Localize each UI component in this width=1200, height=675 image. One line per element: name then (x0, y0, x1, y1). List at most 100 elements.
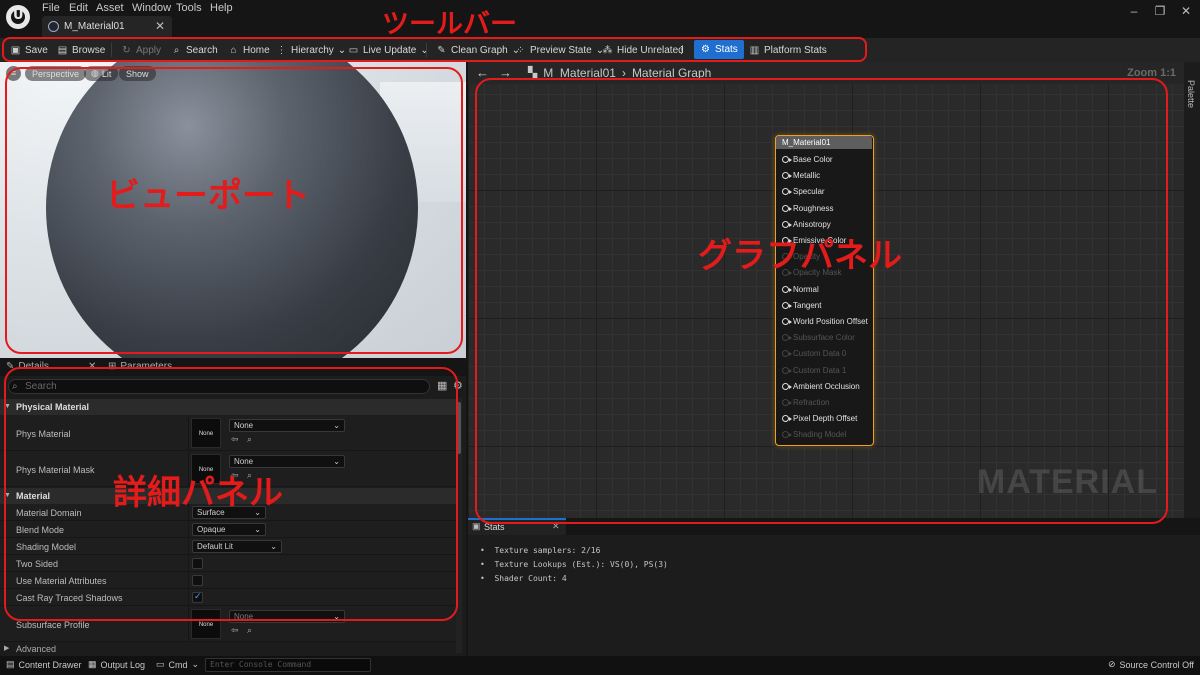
tab-parameters[interactable]: ⊞ Parameters (108, 361, 172, 372)
node-pin-ambient-occlusion[interactable]: Ambient Occlusion (782, 382, 860, 391)
clean-graph-dropdown[interactable]: ✎ Clean Graph ⌄ (436, 38, 520, 62)
preview-state-dropdown[interactable]: ⁘ Preview State ⌄ (515, 38, 604, 62)
palette-sidebar[interactable]: Palette (1184, 62, 1200, 518)
source-control-button[interactable]: ⊘ Source Control Off (1108, 659, 1194, 670)
pin-connector-icon[interactable] (782, 301, 792, 309)
material-domain-combo[interactable]: Surface ⌄ (192, 506, 266, 519)
menu-file[interactable]: File (42, 2, 60, 14)
menu-window[interactable]: Window (132, 2, 171, 14)
menu-tools[interactable]: Tools (176, 2, 202, 14)
node-pin-base-color[interactable]: Base Color (782, 155, 833, 164)
lit-button[interactable]: ◍ Lit (84, 66, 119, 81)
asset-thumbnail[interactable]: None (191, 418, 221, 448)
breadcrumb-material[interactable]: M_Material01 (543, 66, 616, 80)
category-material[interactable]: ▼ Material (0, 488, 456, 504)
pin-connector-icon[interactable] (782, 253, 792, 261)
details-scroll-thumb[interactable] (457, 402, 461, 454)
stats-button[interactable]: ⚙ Stats (694, 40, 744, 59)
console-command-input[interactable]: Enter Console Command (205, 658, 371, 672)
show-button[interactable]: Show (119, 66, 156, 81)
live-update-dropdown[interactable]: ▭ Live Update ⌄ (348, 38, 429, 62)
pin-connector-icon[interactable] (782, 318, 792, 325)
browse-button[interactable]: ▤ Browse (57, 38, 106, 62)
category-advanced[interactable]: ▶ Advanced (0, 644, 456, 656)
menu-help[interactable]: Help (210, 2, 233, 14)
settings-gear-icon[interactable]: ⚙ (453, 379, 463, 392)
unreal-logo-icon[interactable]: U (6, 5, 30, 29)
browse-asset-icon[interactable]: ⌕ (247, 470, 252, 481)
node-pin-opacity-mask[interactable]: Opacity Mask (782, 268, 841, 277)
palette-tab[interactable]: Palette (1186, 80, 1196, 108)
node-pin-specular[interactable]: Specular (782, 187, 825, 196)
cast-ray-traced-shadows-checkbox[interactable] (192, 591, 203, 603)
shading-model-combo[interactable]: Default Lit ⌄ (192, 540, 282, 553)
category-physical-material[interactable]: ▼ Physical Material (0, 399, 456, 415)
pin-connector-icon[interactable] (782, 399, 792, 406)
pin-connector-icon[interactable] (782, 350, 792, 358)
content-drawer-button[interactable]: ▤ Content Drawer (6, 659, 82, 670)
two-sided-checkbox[interactable] (192, 558, 203, 569)
pin-connector-icon[interactable] (782, 237, 792, 244)
pin-connector-icon[interactable] (782, 204, 792, 212)
close-window-icon[interactable]: ✕ (1176, 4, 1196, 20)
use-selected-icon[interactable]: ⇦ (231, 625, 239, 636)
pin-connector-icon[interactable] (782, 382, 792, 390)
node-pin-refraction[interactable]: Refraction (782, 398, 829, 407)
node-pin-world-position-offset[interactable]: World Position Offset (782, 317, 868, 326)
home-button[interactable]: ⌂ Home (228, 38, 269, 62)
hierarchy-dropdown[interactable]: ⋮ Hierarchy ⌄ (276, 38, 347, 62)
hide-unrelated-button[interactable]: ⁂ Hide Unrelated (602, 38, 684, 62)
pin-connector-icon[interactable] (782, 415, 792, 423)
node-pin-tangent[interactable]: Tangent (782, 301, 821, 310)
node-pin-emissive-color[interactable]: Emissive Color (782, 236, 846, 245)
viewport-menu-icon[interactable]: ≡ (6, 66, 21, 81)
save-button[interactable]: ▣ Save (10, 38, 48, 62)
forward-arrow-icon[interactable]: → (499, 65, 512, 80)
phys-material-mask-combo[interactable]: None ⌄ (229, 455, 345, 468)
use-selected-icon[interactable]: ⇦ (231, 470, 239, 481)
pin-connector-icon[interactable] (782, 366, 792, 374)
browse-asset-icon[interactable]: ⌕ (247, 434, 252, 445)
node-pin-pixel-depth-offset[interactable]: Pixel Depth Offset (782, 414, 857, 423)
perspective-button[interactable]: Perspective (25, 66, 87, 81)
node-pin-metallic[interactable]: Metallic (782, 171, 820, 180)
node-pin-opacity[interactable]: Opacity (782, 252, 820, 261)
node-pin-subsurface-color[interactable]: Subsurface Color (782, 333, 855, 342)
use-selected-icon[interactable]: ⇦ (231, 434, 239, 445)
table-view-icon[interactable]: ▦ (437, 379, 447, 392)
viewport[interactable]: ≡ Perspective ◍Lit Show Z X (0, 62, 466, 358)
output-log-button[interactable]: ▦ Output Log (88, 659, 145, 670)
pin-connector-icon[interactable] (782, 220, 792, 228)
node-pin-roughness[interactable]: Roughness (782, 204, 833, 213)
back-arrow-icon[interactable]: ← (476, 65, 489, 80)
asset-thumbnail[interactable]: None (191, 609, 221, 639)
cmd-dropdown[interactable]: ▭ Cmd ⌄ (156, 659, 199, 670)
use-material-attributes-checkbox[interactable] (192, 575, 203, 586)
pin-connector-icon[interactable] (782, 269, 792, 277)
minimize-icon[interactable]: – (1124, 4, 1144, 20)
close-stats-tab-icon[interactable]: ✕ (552, 521, 560, 532)
subsurface-profile-combo[interactable]: None ⌄ (229, 610, 345, 623)
pin-connector-icon[interactable] (782, 431, 792, 439)
tab-m-material01[interactable]: M_Material01 ✕ (42, 16, 172, 38)
menu-edit[interactable]: Edit (69, 2, 88, 14)
details-search-input[interactable]: ⌕ Search (8, 379, 430, 394)
pin-connector-icon[interactable] (782, 172, 792, 180)
pin-connector-icon[interactable] (782, 188, 792, 196)
asset-thumbnail[interactable]: None (191, 454, 221, 484)
more-options-icon[interactable]: ⋮ (676, 38, 687, 62)
breadcrumb-material-graph[interactable]: Material Graph (632, 66, 711, 80)
menu-asset[interactable]: Asset (96, 2, 124, 14)
node-pin-normal[interactable]: Normal (782, 285, 819, 294)
browse-asset-icon[interactable]: ⌕ (247, 625, 252, 636)
node-pin-shading-model[interactable]: Shading Model (782, 430, 846, 439)
close-details-tab-icon[interactable]: ✕ (88, 361, 96, 372)
close-tab-icon[interactable]: ✕ (155, 19, 165, 33)
maximize-icon[interactable]: ❐ (1150, 4, 1170, 20)
pin-connector-icon[interactable] (782, 285, 792, 293)
node-pin-anisotropy[interactable]: Anisotropy (782, 220, 831, 229)
tab-stats[interactable]: ▣ Stats ✕ (468, 518, 566, 535)
blend-mode-combo[interactable]: Opaque ⌄ (192, 523, 266, 536)
node-pin-custom-data-0[interactable]: Custom Data 0 (782, 349, 846, 358)
node-pin-custom-data-1[interactable]: Custom Data 1 (782, 366, 846, 375)
